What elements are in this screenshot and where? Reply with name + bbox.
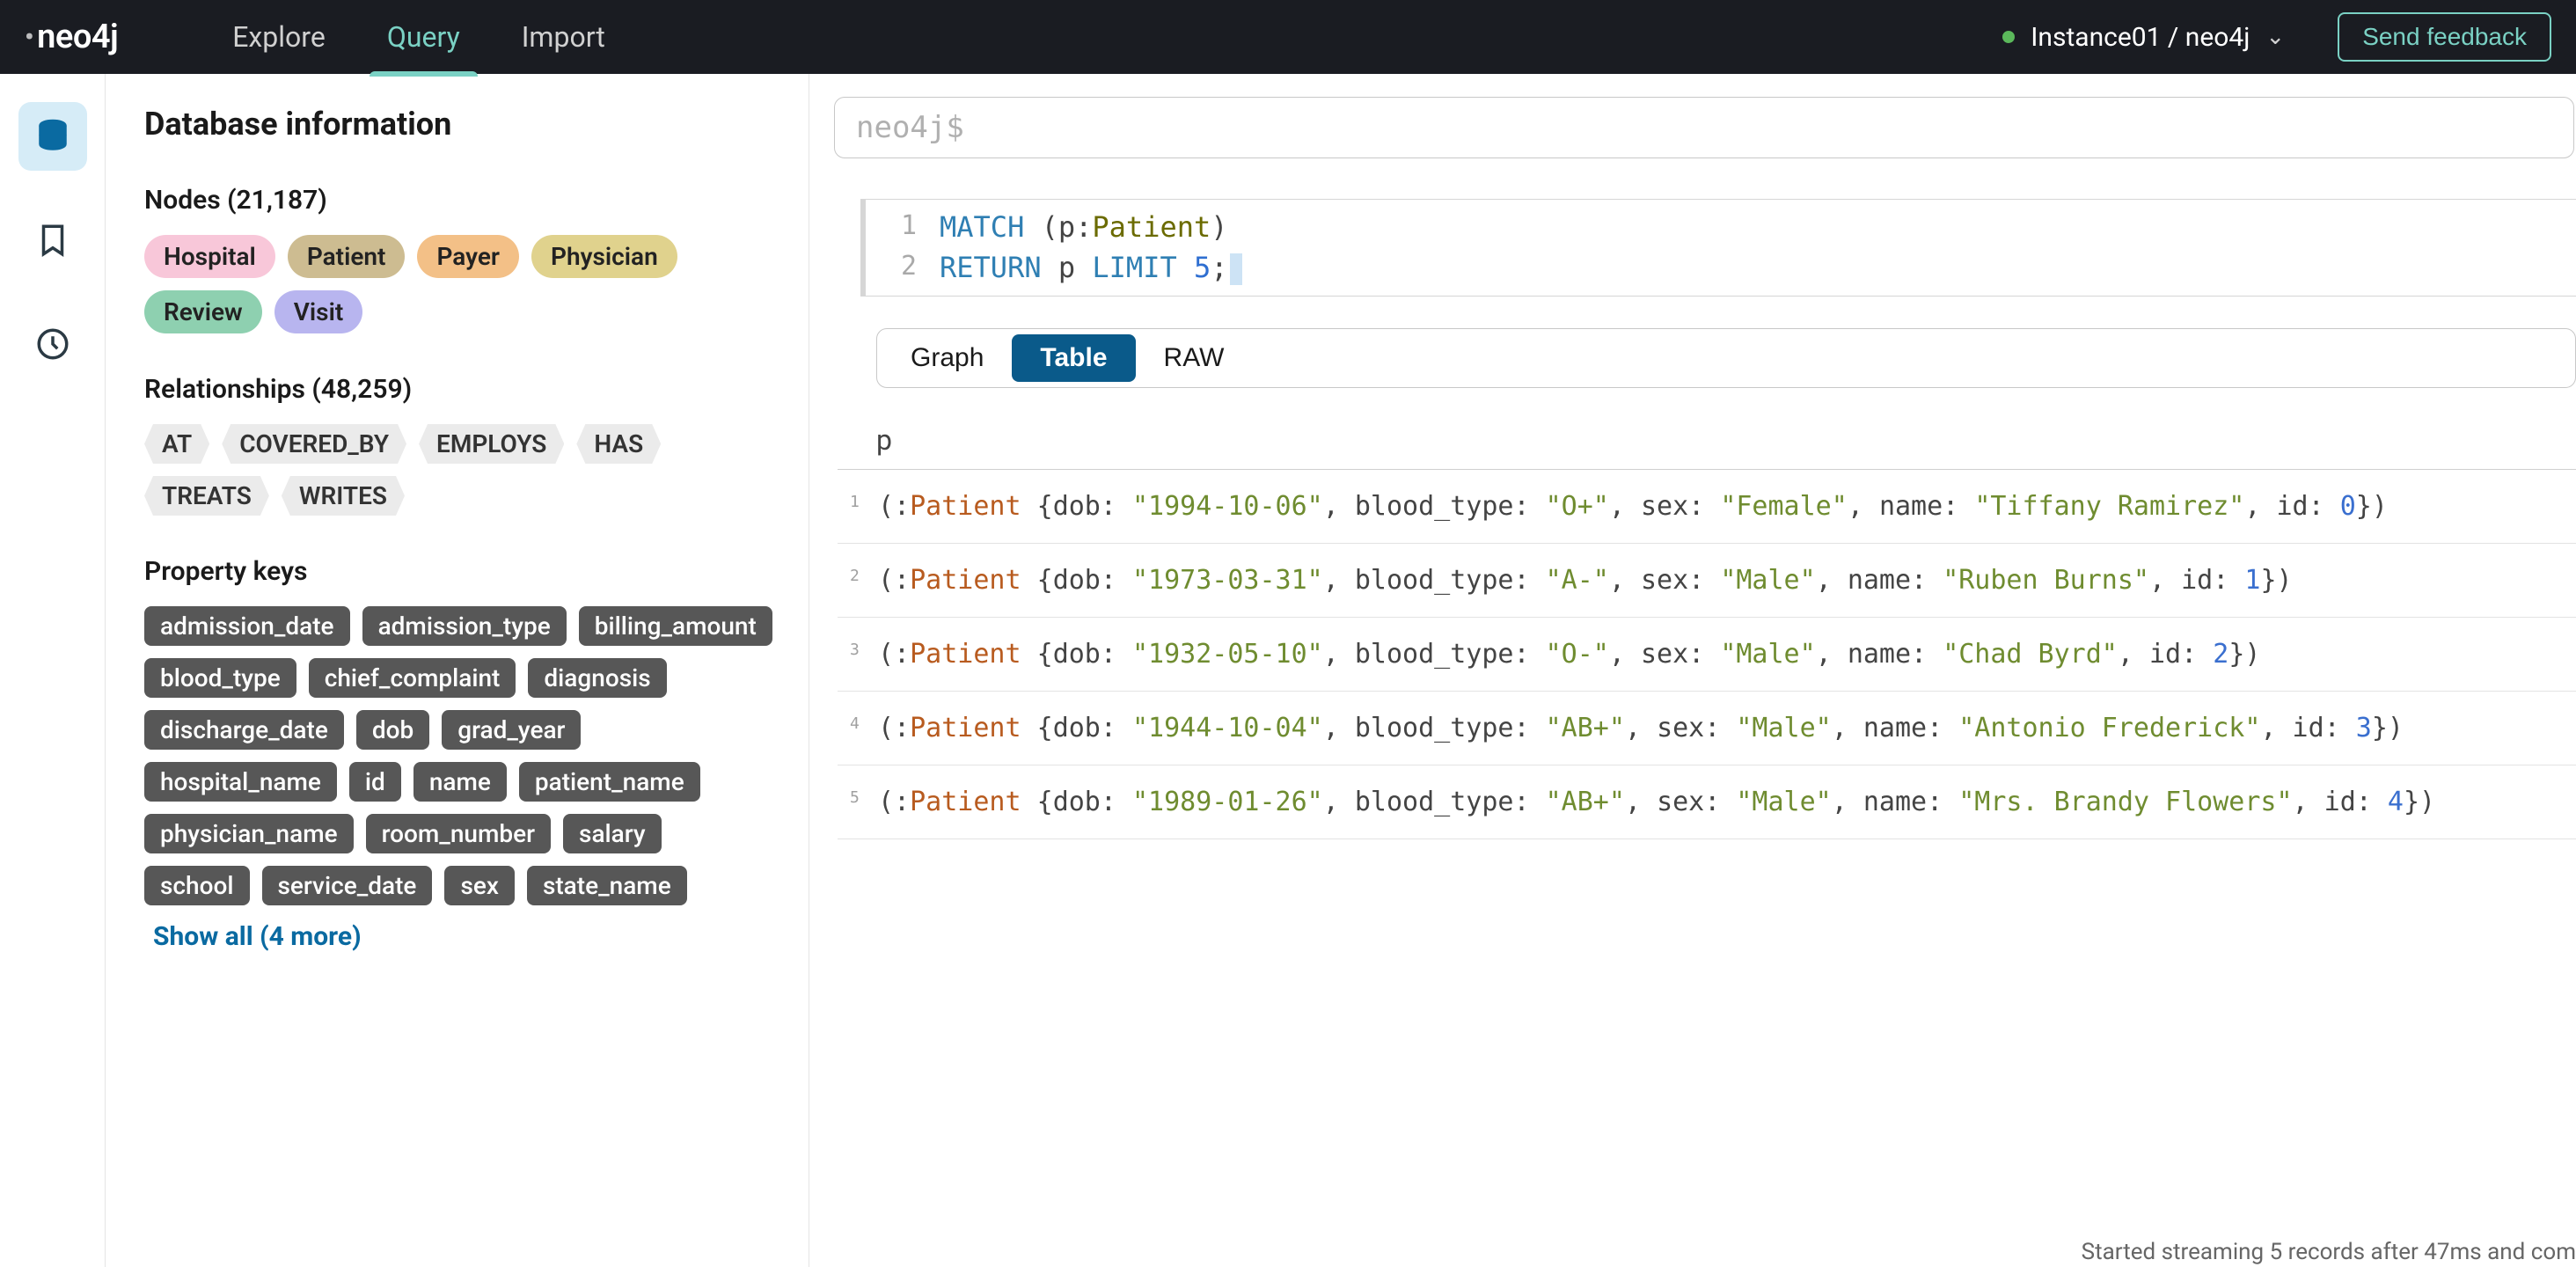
results-panel: p 1(:Patient {dob: "1994-10-06", blood_t… (838, 411, 2576, 1267)
result-row[interactable]: 1(:Patient {dob: "1994-10-06", blood_typ… (838, 470, 2576, 544)
sidebar-title: Database information (144, 106, 773, 143)
relationships-count-label: Relationships (48,259) (144, 374, 773, 405)
prop-key-admission_type[interactable]: admission_type (362, 606, 567, 646)
send-feedback-button[interactable]: Send feedback (2338, 12, 2551, 62)
prop-key-school[interactable]: school (144, 866, 250, 905)
prop-key-chief_complaint[interactable]: chief_complaint (309, 658, 516, 698)
prop-key-hospital_name[interactable]: hospital_name (144, 762, 337, 802)
row-index: 3 (850, 641, 871, 659)
node-label-payer[interactable]: Payer (417, 235, 519, 278)
code-line: 1MATCH (p:Patient) (882, 207, 2576, 247)
content-pane: neo4j$ 1MATCH (p:Patient)2RETURN p LIMIT… (809, 74, 2576, 1267)
cypher-editor[interactable]: 1MATCH (p:Patient)2RETURN p LIMIT 5; (860, 199, 2576, 297)
bookmark-icon[interactable] (18, 206, 87, 275)
prop-key-discharge_date[interactable]: discharge_date (144, 710, 344, 750)
instance-selector[interactable]: Instance01 / neo4j ⌄ (2002, 22, 2285, 53)
rel-type-covered_by[interactable]: COVERED_BY (222, 424, 406, 464)
property-keys-label: Property keys (144, 556, 773, 587)
rel-type-at[interactable]: AT (144, 424, 209, 464)
prop-key-grad_year[interactable]: grad_year (442, 710, 581, 750)
nav-tabs: Explore Query Import (232, 1, 605, 73)
row-index: 5 (850, 788, 871, 807)
node-labels-row: Hospital Patient Payer Physician Review Visit (144, 235, 773, 333)
brand-text: neo4j (37, 18, 118, 56)
icon-rail (0, 74, 106, 1267)
row-index: 1 (850, 493, 871, 511)
instance-name: Instance01 / neo4j (2031, 22, 2250, 53)
prop-key-salary[interactable]: salary (563, 814, 662, 853)
node-label-visit[interactable]: Visit (274, 290, 363, 333)
show-all-link[interactable]: Show all (4 more) (153, 921, 773, 952)
result-row[interactable]: 5(:Patient {dob: "1989-01-26", blood_typ… (838, 765, 2576, 839)
logo: • neo4j (25, 18, 118, 56)
relationship-types-row: AT COVERED_BY EMPLOYS HAS TREATS WRITES (144, 424, 773, 516)
prop-key-sex[interactable]: sex (444, 866, 515, 905)
code-line: 2RETURN p LIMIT 5; (882, 247, 2576, 288)
row-index: 4 (850, 714, 871, 733)
view-toggle-graph[interactable]: Graph (882, 334, 1012, 382)
result-row[interactable]: 3(:Patient {dob: "1932-05-10", blood_typ… (838, 618, 2576, 692)
nav-tab-explore[interactable]: Explore (232, 1, 326, 73)
rel-type-writes[interactable]: WRITES (282, 476, 405, 516)
database-icon[interactable] (18, 102, 87, 171)
result-view-toggle: GraphTableRAW (876, 328, 2576, 388)
line-number: 2 (882, 247, 917, 288)
logo-dot-icon: • (25, 22, 33, 53)
prop-key-billing_amount[interactable]: billing_amount (579, 606, 772, 646)
history-icon[interactable] (18, 310, 87, 378)
chevron-down-icon: ⌄ (2265, 24, 2285, 50)
rel-type-employs[interactable]: EMPLOYS (419, 424, 564, 464)
row-index: 2 (850, 567, 871, 585)
prop-key-dob[interactable]: dob (356, 710, 429, 750)
node-label-physician[interactable]: Physician (531, 235, 677, 278)
prop-key-state_name[interactable]: state_name (527, 866, 687, 905)
property-keys-row: admission_date admission_type billing_amou… (144, 606, 773, 905)
node-label-patient[interactable]: Patient (288, 235, 406, 278)
prop-key-room_number[interactable]: room_number (366, 814, 551, 853)
rel-type-treats[interactable]: TREATS (144, 476, 269, 516)
result-row[interactable]: 2(:Patient {dob: "1973-03-31", blood_typ… (838, 544, 2576, 618)
prop-key-admission_date[interactable]: admission_date (144, 606, 350, 646)
prop-key-service_date[interactable]: service_date (262, 866, 433, 905)
line-number: 1 (882, 207, 917, 247)
prop-key-physician_name[interactable]: physician_name (144, 814, 354, 853)
view-toggle-raw[interactable]: RAW (1136, 334, 1253, 382)
rel-type-has[interactable]: HAS (576, 424, 661, 464)
view-toggle-table[interactable]: Table (1012, 334, 1135, 382)
cursor (1230, 253, 1242, 285)
nodes-count-label: Nodes (21,187) (144, 185, 773, 216)
result-column-header: p (838, 411, 2576, 470)
status-dot-icon (2002, 31, 2015, 43)
query-prompt: neo4j$ (856, 110, 964, 145)
prop-key-id[interactable]: id (349, 762, 401, 802)
app-header: • neo4j Explore Query Import Instance01 / … (0, 0, 2576, 74)
node-label-hospital[interactable]: Hospital (144, 235, 275, 278)
prop-key-patient_name[interactable]: patient_name (519, 762, 700, 802)
nav-tab-import[interactable]: Import (522, 1, 605, 73)
node-label-review[interactable]: Review (144, 290, 262, 333)
prop-key-name[interactable]: name (413, 762, 507, 802)
sidebar: Database information Nodes (21,187) Hosp… (106, 74, 809, 1267)
nav-tab-query[interactable]: Query (387, 1, 460, 73)
query-input[interactable]: neo4j$ (834, 97, 2574, 158)
prop-key-diagnosis[interactable]: diagnosis (528, 658, 666, 698)
stream-status: Started streaming 5 records after 47ms a… (2082, 1239, 2576, 1265)
prop-key-blood_type[interactable]: blood_type (144, 658, 296, 698)
result-row[interactable]: 4(:Patient {dob: "1944-10-04", blood_typ… (838, 692, 2576, 765)
